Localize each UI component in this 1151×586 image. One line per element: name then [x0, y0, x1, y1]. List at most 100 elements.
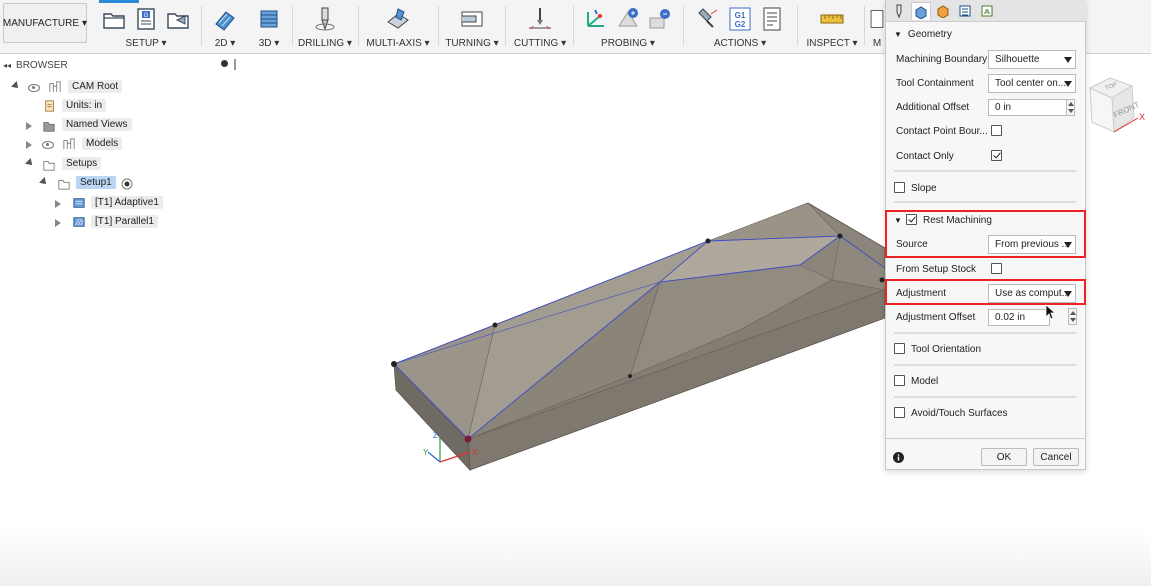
cutting-group[interactable]: CUTTING ▾ [509, 0, 571, 54]
actions-group[interactable]: G1 G2 ACTIONS ▾ [688, 0, 792, 54]
probe-geometry-icon[interactable] [615, 6, 641, 32]
expand-triangle-icon[interactable] [25, 158, 35, 168]
footer-divider [886, 438, 1086, 439]
vertex-point[interactable] [837, 233, 843, 239]
visibility-eye-icon[interactable] [42, 141, 54, 149]
slope-checkbox[interactable] [894, 182, 905, 193]
expand-triangle-icon[interactable] [55, 200, 61, 208]
ok-button[interactable]: OK [981, 448, 1027, 466]
tree-node-units[interactable]: Units: in [0, 98, 238, 116]
simulate-icon[interactable] [695, 6, 721, 32]
probe-part-icon[interactable] [647, 6, 673, 32]
setup-sheet-doc-icon[interactable] [759, 6, 785, 32]
2d-menu-label: 2D [214, 38, 228, 49]
vertex-point[interactable] [628, 374, 632, 378]
contact-point-checkbox[interactable] [991, 125, 1002, 136]
cancel-label: Cancel [1040, 451, 1072, 463]
browser-header[interactable]: ◂◂ BROWSER [0, 57, 238, 73]
tree-label: [T1] Adaptive1 [91, 196, 163, 209]
contact-only-checkbox[interactable] [991, 150, 1002, 161]
activate-radio-icon[interactable] [121, 178, 133, 190]
section-divider [894, 170, 1076, 172]
tab-geometry[interactable] [911, 2, 931, 20]
turning-group[interactable]: TURNING ▾ [442, 0, 502, 54]
tree-node-setups[interactable]: Setups [0, 156, 238, 174]
tree-node-named-views[interactable]: Named Views [0, 117, 238, 135]
drilling-menu-label: DRILLING [298, 38, 345, 49]
collapse-arrows-icon[interactable]: ◂◂ [3, 61, 11, 70]
tree-node-setup1[interactable]: Setup1 [0, 175, 238, 193]
multi-axis-group[interactable]: MULTI-AXIS ▾ [360, 0, 436, 54]
wcs-probe-icon[interactable] [583, 6, 609, 32]
setup-folder-icon[interactable] [101, 6, 127, 32]
2d-group[interactable]: 2D ▾ [204, 0, 246, 54]
tool-orientation-checkbox[interactable] [894, 343, 905, 354]
panel-divider-icon[interactable] [234, 59, 236, 70]
inspect-group[interactable]: INSPECT ▾ [804, 0, 860, 54]
spinner-icon[interactable] [1068, 308, 1077, 325]
cancel-button[interactable]: Cancel [1033, 448, 1079, 466]
toolbar-divider [573, 6, 574, 46]
expand-triangle-icon[interactable] [26, 122, 32, 130]
machining-boundary-label: Machining Boundary [896, 53, 988, 65]
expand-triangle-icon[interactable] [39, 177, 49, 187]
turning-icon[interactable] [459, 6, 485, 32]
vertex-point[interactable] [879, 277, 885, 283]
view-cube[interactable]: TOP FRONT X [1084, 70, 1150, 140]
3d-clearing-icon[interactable] [256, 6, 282, 32]
expand-triangle-icon[interactable] [26, 141, 32, 149]
setup-sheet-icon[interactable] [165, 6, 191, 32]
tree-node-models[interactable]: Models [0, 136, 238, 154]
wcs-origin-point[interactable] [464, 435, 472, 443]
probing-group[interactable]: PROBING ▾ [578, 0, 678, 54]
cam-model-view[interactable]: Z Y X [240, 54, 885, 586]
drilling-group[interactable]: DRILLING ▾ [294, 0, 356, 54]
avoid-touch-row: Avoid/Touch Surfaces [894, 403, 1078, 423]
adjustment-offset-input[interactable]: 0.02 in [988, 308, 1050, 326]
geometry-section-header[interactable]: ▼ Geometry [894, 29, 952, 40]
model-facet [707, 202, 841, 242]
expand-triangle-icon[interactable] [11, 81, 21, 91]
tab-passes[interactable] [955, 2, 975, 20]
post-process-icon[interactable]: G1G2 [727, 6, 753, 32]
from-setup-stock-label: From Setup Stock [896, 263, 977, 275]
multi-axis-icon[interactable] [385, 6, 411, 32]
toolbar-divider [683, 6, 684, 46]
additional-offset-input[interactable]: 0 in [988, 98, 1075, 116]
mouse-cursor-icon [1045, 304, 1057, 320]
g-code-icon[interactable]: G [133, 6, 159, 32]
expand-triangle-icon[interactable] [55, 219, 61, 227]
triad-y-label: Y [423, 448, 429, 457]
pin-icon[interactable] [221, 60, 228, 67]
measure-icon[interactable] [819, 6, 845, 32]
drill-icon[interactable] [312, 6, 338, 32]
from-setup-stock-checkbox[interactable] [991, 263, 1002, 274]
graphics-viewport[interactable]: Z Y X [240, 54, 885, 586]
adjustment-highlight [885, 279, 1086, 305]
vertex-point[interactable] [705, 238, 711, 244]
tree-node-cam-root[interactable]: CAM Root [0, 79, 238, 97]
workspace-switcher[interactable]: MANUFACTURE ▾ [3, 3, 87, 43]
probing-menu-label: PROBING [601, 38, 648, 49]
spinner-icon[interactable] [1066, 98, 1075, 116]
3d-group[interactable]: 3D ▾ [248, 0, 290, 54]
avoid-touch-checkbox[interactable] [894, 407, 905, 418]
cutting-icon[interactable] [527, 6, 553, 32]
tree-node-adaptive1[interactable]: [T1] Adaptive1 [0, 195, 238, 213]
vertex-point[interactable] [391, 361, 397, 367]
toolbar-divider [201, 6, 202, 46]
visibility-eye-icon[interactable] [28, 84, 40, 92]
model-checkbox[interactable] [894, 375, 905, 386]
vertex-point[interactable] [492, 322, 498, 328]
2d-adaptive-icon[interactable] [212, 6, 238, 32]
tab-heights[interactable] [933, 2, 953, 20]
tab-linking[interactable] [977, 2, 997, 20]
tree-node-parallel1[interactable]: [T1] Parallel1 [0, 214, 238, 232]
dropdown-value: Silhouette [995, 53, 1040, 65]
tab-tool[interactable] [889, 2, 909, 20]
toolbar-divider [358, 6, 359, 46]
tool-containment-dropdown[interactable]: Tool center on... [988, 73, 1076, 93]
setup-group[interactable]: G SETUP ▾ [94, 0, 198, 54]
info-icon[interactable] [893, 452, 904, 463]
machining-boundary-dropdown[interactable]: Silhouette [988, 49, 1076, 69]
